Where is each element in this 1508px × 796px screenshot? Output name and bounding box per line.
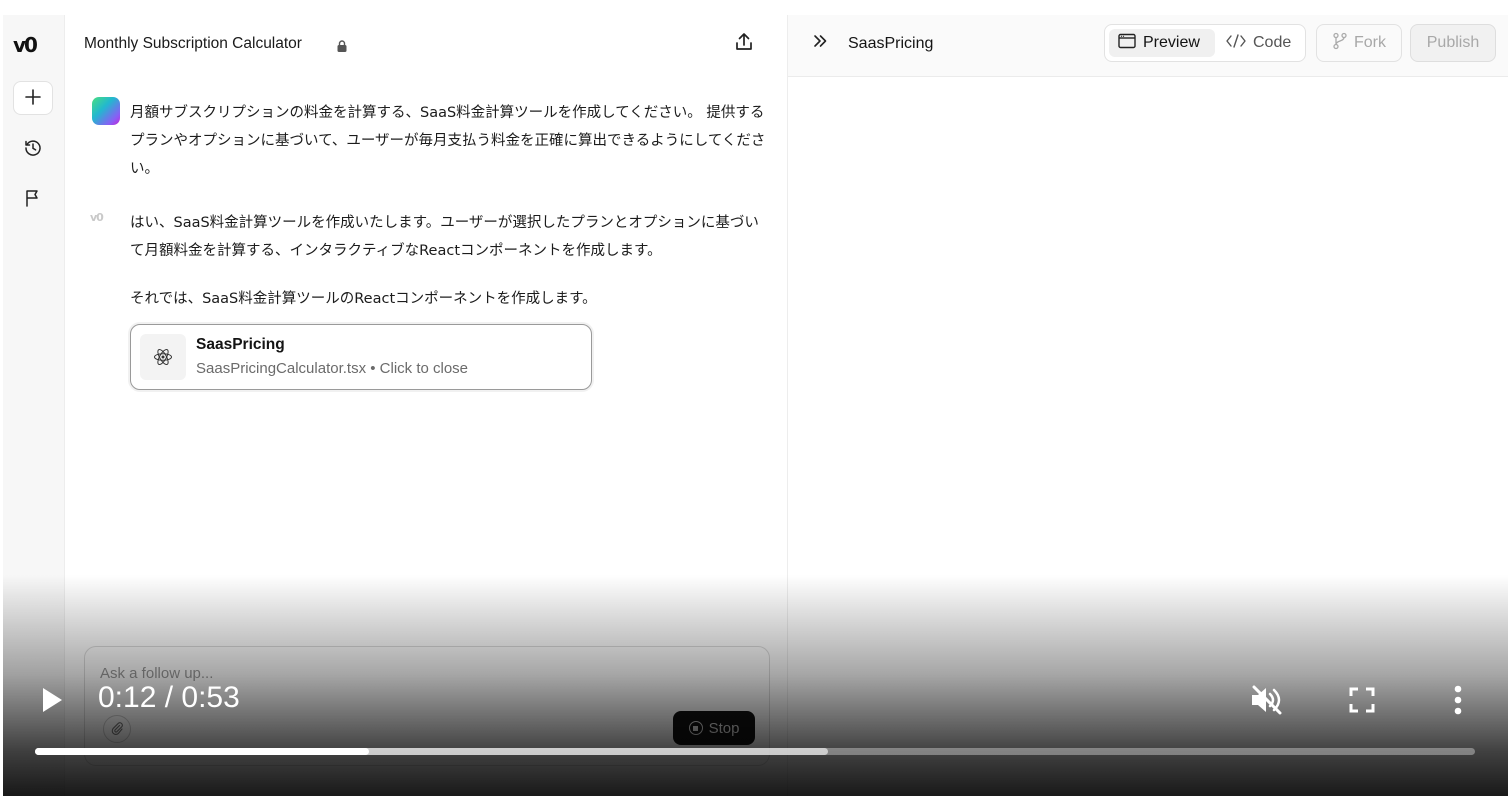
v0-logo[interactable]: v0: [13, 33, 38, 57]
played-progress: [35, 748, 370, 755]
share-icon[interactable]: [733, 31, 755, 53]
message-text: はい、SaaS料金計算ツールを作成いたします。ユーザーが選択したプランとオプショ…: [130, 215, 759, 259]
message-text: 月額サブスクリプションの料金を計算する、SaaS料金計算ツールを作成してください…: [130, 105, 766, 177]
browser-window-icon: [1118, 33, 1136, 54]
preview-title: SaasPricing: [848, 35, 934, 52]
feedback-button[interactable]: [13, 183, 53, 217]
stop-icon: [688, 721, 703, 735]
tab-label: Code: [1253, 34, 1292, 51]
app-window: v0 Monthly Subscription Calculator 月額サブス…: [3, 15, 1508, 796]
v0-avatar-icon: v0: [90, 211, 104, 224]
stop-label: Stop: [708, 719, 740, 737]
chat-panel: Monthly Subscription Calculator 月額サブスクリプ…: [65, 15, 788, 796]
flag-icon: [23, 188, 43, 212]
chat-title[interactable]: Monthly Subscription Calculator: [84, 35, 302, 53]
react-icon: [140, 334, 186, 380]
user-avatar: [92, 97, 120, 125]
file-card-title: SaasPricing: [196, 336, 285, 353]
video-time: 0:12 / 0:53: [98, 681, 240, 714]
tab-code[interactable]: Code: [1217, 29, 1303, 57]
volume-muted-icon[interactable]: [1248, 683, 1284, 717]
history-button[interactable]: [13, 133, 53, 167]
file-card-subtitle: SaasPricingCalculator.tsx • Click to clo…: [196, 360, 469, 377]
git-fork-icon: [1332, 32, 1348, 55]
code-icon: [1226, 33, 1246, 54]
tab-label: Preview: [1143, 34, 1200, 51]
plus-icon: [24, 84, 42, 112]
message-text: それでは、SaaS料金計算ツールのReactコンポーネントを作成します。: [130, 291, 597, 307]
chat-header: Monthly Subscription Calculator: [65, 15, 787, 73]
fullscreen-icon[interactable]: [1348, 686, 1376, 714]
tab-preview[interactable]: Preview: [1109, 29, 1215, 57]
video-progress-bar[interactable]: [35, 748, 1475, 755]
chevrons-right-icon[interactable]: [812, 33, 828, 54]
paperclip-icon: [110, 720, 124, 739]
play-icon[interactable]: [36, 684, 66, 716]
composer-placeholder[interactable]: Ask a follow up...: [100, 665, 213, 682]
publish-button[interactable]: Publish: [1410, 24, 1496, 62]
view-toggle: Preview Code: [1104, 24, 1306, 62]
more-vertical-icon[interactable]: [1448, 684, 1468, 716]
lock-icon: [337, 37, 347, 52]
fork-button[interactable]: Fork: [1316, 24, 1402, 62]
attach-button[interactable]: [103, 715, 131, 743]
fork-label: Fork: [1354, 34, 1386, 51]
stop-button[interactable]: Stop: [673, 711, 755, 745]
history-icon: [23, 138, 43, 162]
code-file-card[interactable]: SaasPricing SaasPricingCalculator.tsx • …: [130, 324, 592, 390]
left-rail: v0: [3, 15, 65, 796]
new-chat-button[interactable]: [13, 81, 53, 115]
preview-panel: SaasPricing Preview Code Fork Publish: [788, 15, 1508, 796]
preview-header: SaasPricing Preview Code Fork Publish: [788, 15, 1508, 77]
